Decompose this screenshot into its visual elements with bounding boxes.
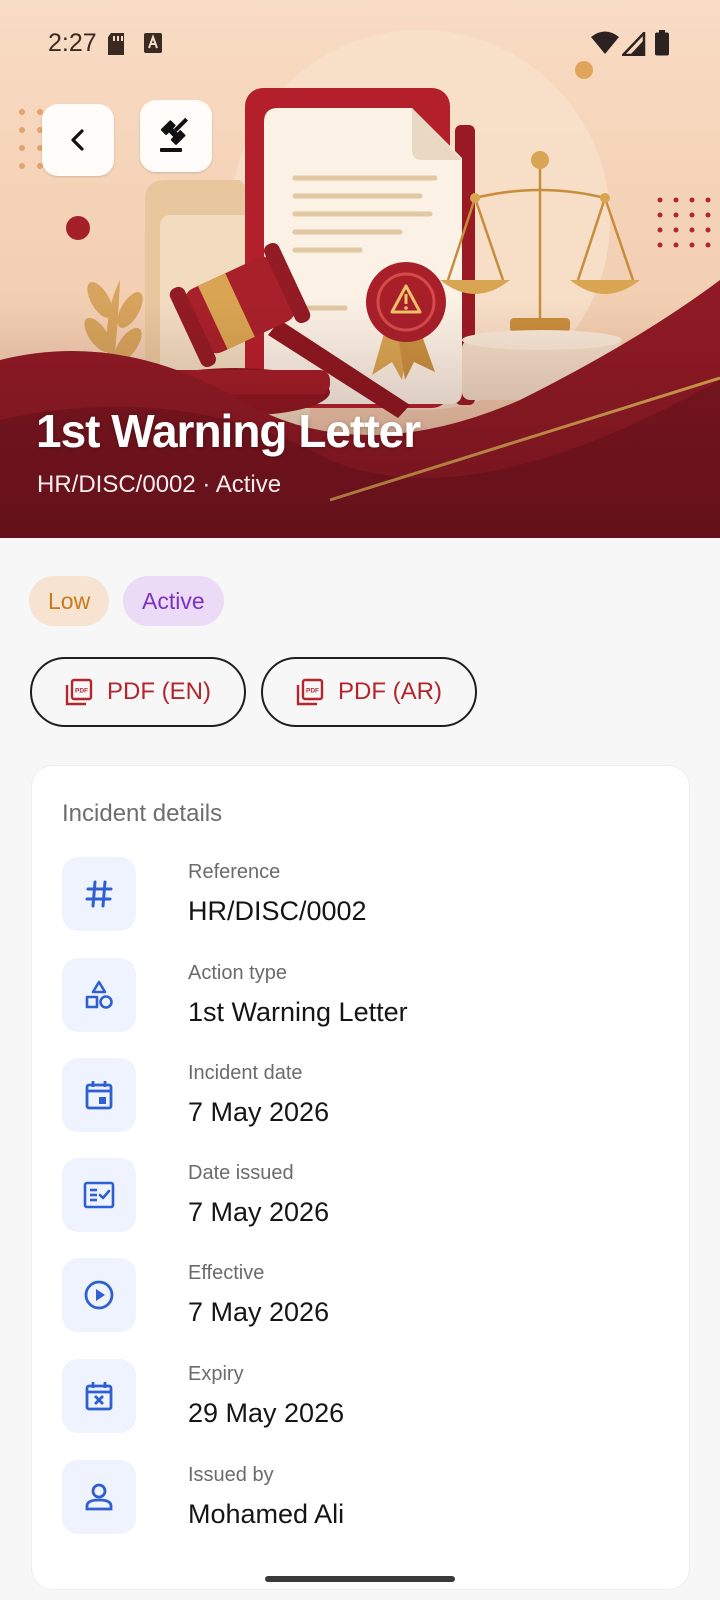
- chevron-left-icon: [71, 129, 84, 151]
- detail-row-expiry: Expiry 29 May 2026: [62, 1359, 662, 1435]
- gavel-button[interactable]: [140, 100, 212, 172]
- person-icon: [62, 1460, 136, 1534]
- pdf-ar-label: PDF (AR): [338, 678, 442, 705]
- detail-row-date-issued: Date issued 7 May 2026: [62, 1158, 662, 1234]
- detail-value: 1st Warning Letter: [188, 997, 408, 1027]
- pdf-icon: PDF: [296, 678, 324, 706]
- detail-row-issued-by: Issued by Mohamed Ali: [62, 1460, 662, 1536]
- battery-icon: [655, 30, 669, 56]
- detail-value: 7 May 2026: [188, 1097, 330, 1127]
- hero-banner: 2:27 1st Warning Letter HR/DISC/0002 · A…: [0, 0, 720, 538]
- cell-signal-icon: [622, 32, 646, 56]
- sd-card-icon: [108, 33, 124, 55]
- detail-label: Expiry: [188, 1363, 244, 1385]
- detail-value: 7 May 2026: [188, 1297, 330, 1327]
- fact-check-icon: [62, 1158, 136, 1232]
- shapes-icon: [62, 958, 136, 1032]
- detail-label: Date issued: [188, 1162, 294, 1184]
- status-chip: Active: [123, 576, 224, 626]
- detail-value: 7 May 2026: [188, 1197, 330, 1227]
- detail-value: 29 May 2026: [188, 1398, 345, 1428]
- detail-label: Issued by: [188, 1464, 274, 1486]
- pdf-en-button[interactable]: PDF PDF (EN): [30, 657, 246, 727]
- card-title: Incident details: [62, 800, 223, 827]
- detail-value: HR/DISC/0002: [188, 896, 367, 926]
- detail-label: Incident date: [188, 1062, 303, 1084]
- back-button[interactable]: [42, 104, 114, 176]
- calendar-event-icon: [62, 1058, 136, 1132]
- gavel-icon: [160, 117, 189, 152]
- detail-value: Mohamed Ali: [188, 1499, 345, 1529]
- detail-row-incident-date: Incident date 7 May 2026: [62, 1058, 662, 1134]
- pdf-icon: PDF: [65, 678, 93, 706]
- detail-row-effective: Effective 7 May 2026: [62, 1258, 662, 1334]
- svg-text:PDF: PDF: [75, 688, 88, 695]
- page-subtitle: HR/DISC/0002 · Active: [37, 471, 282, 498]
- svg-text:PDF: PDF: [306, 688, 319, 695]
- hash-icon: [62, 857, 136, 931]
- detail-label: Effective: [188, 1262, 265, 1284]
- detail-row-reference: Reference HR/DISC/0002: [62, 857, 662, 933]
- status-time: 2:27: [48, 29, 97, 57]
- detail-row-action-type: Action type 1st Warning Letter: [62, 958, 662, 1034]
- wifi-icon: [591, 31, 619, 54]
- status-bar: 2:27: [0, 0, 720, 90]
- pdf-en-label: PDF (EN): [107, 678, 211, 705]
- event-busy-icon: [62, 1359, 136, 1433]
- play-circle-icon: [62, 1258, 136, 1332]
- pdf-ar-button[interactable]: PDF PDF (AR): [261, 657, 477, 727]
- home-indicator[interactable]: [265, 1576, 455, 1582]
- detail-label: Action type: [188, 962, 287, 984]
- severity-chip: Low: [29, 576, 110, 626]
- keyboard-a-icon: [144, 33, 162, 53]
- detail-label: Reference: [188, 861, 281, 883]
- page-title: 1st Warning Letter: [36, 405, 421, 457]
- incident-details-card: Incident details Reference HR/DISC/0002 …: [31, 765, 690, 1590]
